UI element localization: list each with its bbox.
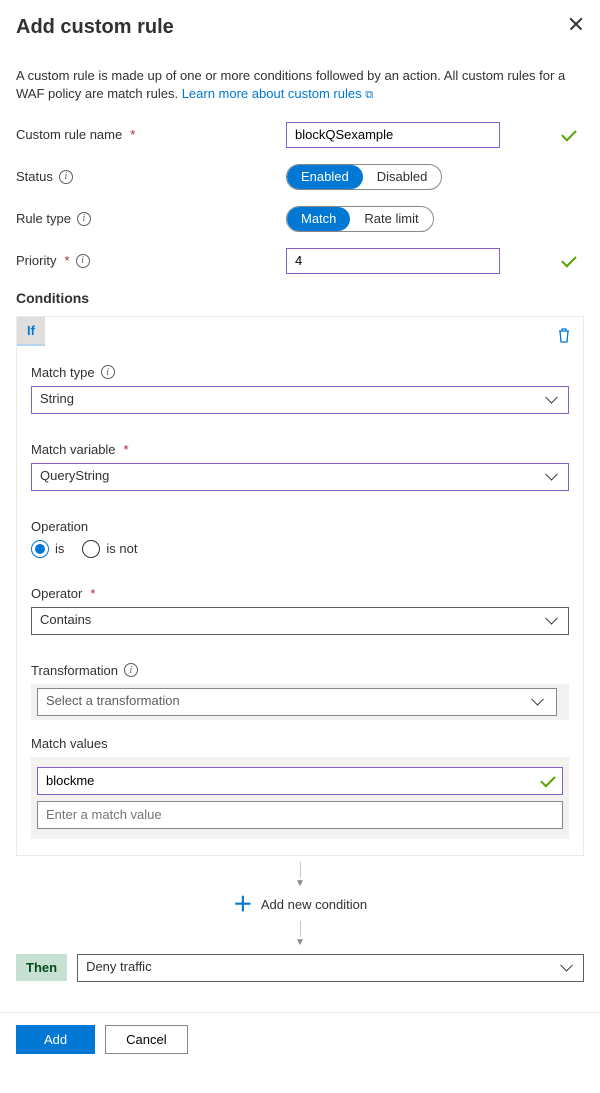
cancel-button[interactable]: Cancel <box>105 1025 187 1054</box>
match-variable-label: Match variable* <box>31 442 569 457</box>
match-value-input-new[interactable] <box>37 801 563 829</box>
plus-icon: ＋ <box>233 895 253 915</box>
match-value-input-1[interactable] <box>37 767 563 795</box>
then-tag: Then <box>16 954 67 981</box>
valid-check-icon <box>561 126 577 142</box>
page-title: Add custom rule <box>16 16 174 39</box>
then-action-select[interactable]: Deny traffic <box>77 954 584 982</box>
match-values-label: Match values <box>31 736 569 751</box>
operator-label: Operator* <box>31 586 569 601</box>
priority-label: Priority* i <box>16 253 286 268</box>
operation-is-not-radio[interactable]: is not <box>82 540 137 558</box>
info-icon[interactable]: i <box>77 212 91 226</box>
operation-is-radio[interactable]: is <box>31 540 64 558</box>
learn-more-link[interactable]: Learn more about custom rules ⧉ <box>182 86 373 101</box>
operator-select[interactable]: Contains <box>31 607 569 635</box>
priority-input[interactable] <box>286 248 500 274</box>
valid-check-icon <box>561 252 577 268</box>
match-variable-select[interactable]: QueryString <box>31 463 569 491</box>
rule-type-rate-limit[interactable]: Rate limit <box>350 207 432 231</box>
if-tag: If <box>17 317 45 346</box>
connector-line: ▼ <box>16 862 584 889</box>
condition-block: If Match type i String Match variable* Q… <box>16 316 584 856</box>
status-toggle[interactable]: Enabled Disabled <box>286 164 442 190</box>
connector-line: ▼ <box>16 921 584 948</box>
info-icon[interactable]: i <box>59 170 73 184</box>
status-enabled[interactable]: Enabled <box>287 165 363 189</box>
info-icon[interactable]: i <box>101 365 115 379</box>
delete-match-value-icon[interactable] <box>557 327 571 343</box>
transformation-select[interactable]: Select a transformation <box>37 688 557 716</box>
status-label: Status i <box>16 169 286 184</box>
custom-rule-name-label: Custom rule name* <box>16 127 286 142</box>
info-icon[interactable]: i <box>76 254 90 268</box>
rule-type-label: Rule type i <box>16 211 286 226</box>
external-link-icon: ⧉ <box>365 89 373 101</box>
rule-type-toggle[interactable]: Match Rate limit <box>286 206 434 232</box>
add-new-condition-button[interactable]: ＋ Add new condition <box>16 895 584 915</box>
info-icon[interactable]: i <box>124 663 138 677</box>
match-type-label: Match type i <box>31 365 569 380</box>
operation-label: Operation <box>31 519 569 534</box>
rule-type-match[interactable]: Match <box>287 207 350 231</box>
close-icon[interactable] <box>568 16 584 32</box>
transformation-label: Transformation i <box>31 663 569 678</box>
status-disabled[interactable]: Disabled <box>363 165 442 189</box>
custom-rule-name-input[interactable] <box>286 122 500 148</box>
add-button[interactable]: Add <box>16 1025 95 1054</box>
match-type-select[interactable]: String <box>31 386 569 414</box>
description: A custom rule is made up of one or more … <box>16 67 584 104</box>
conditions-heading: Conditions <box>16 290 584 306</box>
